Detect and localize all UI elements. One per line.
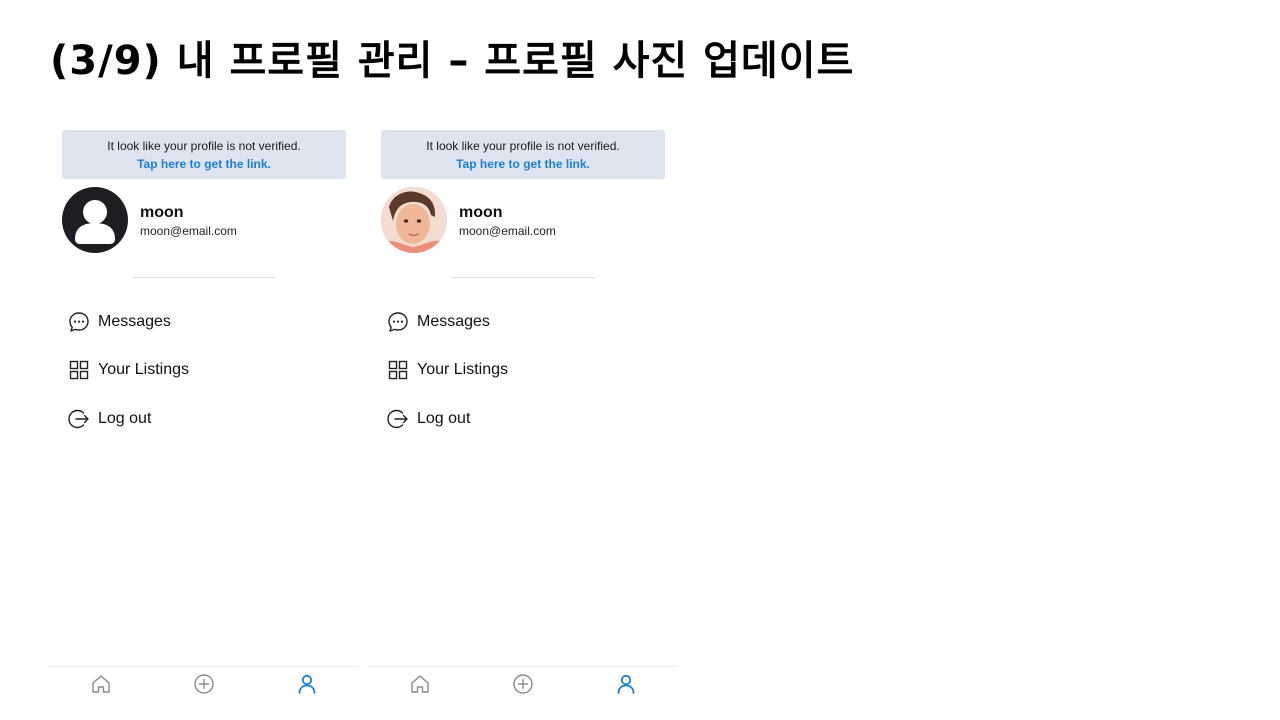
grid-icon bbox=[69, 360, 89, 380]
profile-icon[interactable] bbox=[615, 673, 637, 695]
avatar[interactable] bbox=[381, 187, 447, 253]
menu-item-your-listings[interactable]: Your Listings bbox=[68, 356, 338, 384]
menu-label: Log out bbox=[417, 410, 471, 427]
logout-icon bbox=[68, 409, 89, 429]
home-icon[interactable] bbox=[90, 673, 112, 695]
menu-item-messages[interactable]: Messages bbox=[387, 308, 657, 336]
user-email: moon@email.com bbox=[459, 224, 556, 238]
verification-banner[interactable]: It look like your profile is not verifie… bbox=[381, 130, 665, 179]
verification-message: It look like your profile is not verifie… bbox=[426, 139, 620, 153]
menu-item-messages[interactable]: Messages bbox=[68, 308, 338, 336]
avatar[interactable] bbox=[62, 187, 128, 253]
chat-bubble-icon bbox=[388, 312, 408, 332]
menu-label: Log out bbox=[98, 410, 152, 427]
user-name: moon bbox=[459, 204, 503, 221]
profile-icon[interactable] bbox=[296, 673, 318, 695]
logout-icon bbox=[387, 409, 408, 429]
menu-item-log-out[interactable]: Log out bbox=[387, 405, 657, 433]
menu-label: Your Listings bbox=[417, 361, 509, 378]
menu-label: Messages bbox=[417, 313, 490, 330]
menu-item-your-listings[interactable]: Your Listings bbox=[387, 356, 657, 384]
grid-icon bbox=[388, 360, 408, 380]
profile-screen-before: It look like your profile is not verifie… bbox=[48, 120, 358, 700]
verification-message: It look like your profile is not verifie… bbox=[107, 139, 301, 153]
menu-label: Messages bbox=[98, 313, 171, 330]
add-circle-icon[interactable] bbox=[193, 673, 215, 695]
slide-title: (3/9) 내 프로필 관리 – 프로필 사진 업데이트 bbox=[50, 38, 855, 84]
tab-bar bbox=[48, 666, 358, 701]
verification-banner[interactable]: It look like your profile is not verifie… bbox=[62, 130, 346, 179]
menu-label: Your Listings bbox=[98, 361, 190, 378]
menu-item-log-out[interactable]: Log out bbox=[68, 405, 338, 433]
add-circle-icon[interactable] bbox=[512, 673, 534, 695]
user-name: moon bbox=[140, 204, 184, 221]
tab-bar bbox=[367, 666, 677, 701]
divider bbox=[133, 277, 275, 278]
verification-link[interactable]: Tap here to get the link. bbox=[381, 157, 665, 171]
profile-screen-after: It look like your profile is not verifie… bbox=[367, 120, 677, 700]
user-email: moon@email.com bbox=[140, 224, 237, 238]
verification-link[interactable]: Tap here to get the link. bbox=[62, 157, 346, 171]
home-icon[interactable] bbox=[409, 673, 431, 695]
divider bbox=[452, 277, 594, 278]
default-user-icon bbox=[75, 200, 115, 244]
chat-bubble-icon bbox=[69, 312, 89, 332]
profile-photo bbox=[381, 187, 447, 253]
